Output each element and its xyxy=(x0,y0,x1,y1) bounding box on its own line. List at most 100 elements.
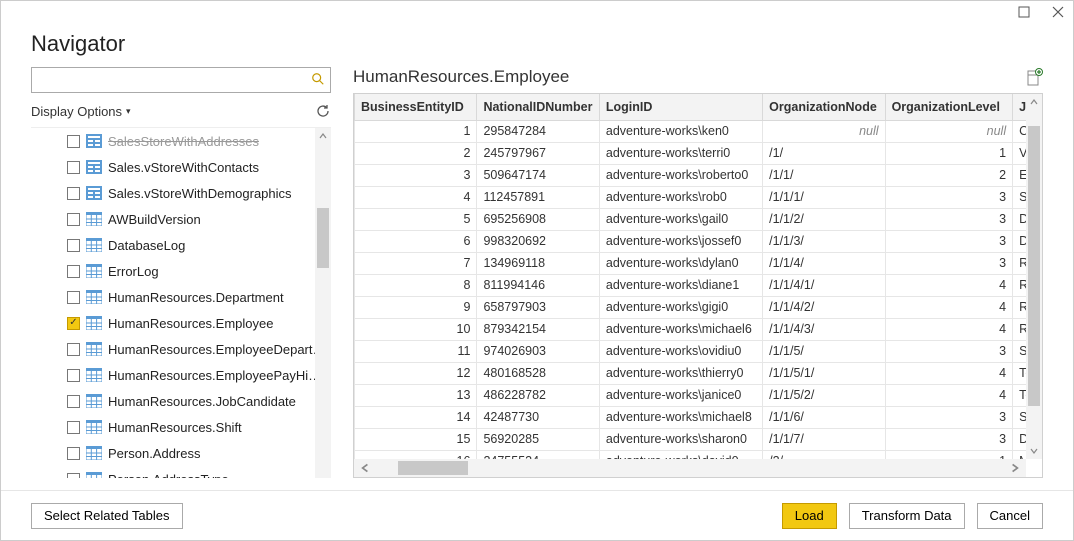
cell: 3 xyxy=(885,208,1013,230)
select-related-tables-button[interactable]: Select Related Tables xyxy=(31,503,183,529)
scroll-right-icon[interactable] xyxy=(1006,459,1024,477)
table-row[interactable]: 8811994146adventure-works\diane1/1/1/4/1… xyxy=(355,274,1027,296)
checkbox[interactable] xyxy=(67,473,80,479)
tree-item[interactable]: Sales.vStoreWithContacts xyxy=(31,154,331,180)
tree-item[interactable]: HumanResources.Shift xyxy=(31,414,331,440)
cell: adventure-works\terri0 xyxy=(599,142,762,164)
load-button[interactable]: Load xyxy=(782,503,837,529)
cell: 24755524 xyxy=(477,450,599,459)
close-icon[interactable] xyxy=(1051,5,1065,19)
tree-item[interactable]: AWBuildVersion xyxy=(31,206,331,232)
checkbox[interactable] xyxy=(67,395,80,408)
table-row[interactable]: 12480168528adventure-works\thierry0/1/1/… xyxy=(355,362,1027,384)
checkbox[interactable] xyxy=(67,187,80,200)
checkbox[interactable] xyxy=(67,161,80,174)
checkbox[interactable] xyxy=(67,135,80,148)
tree-item[interactable]: DatabaseLog xyxy=(31,232,331,258)
tree-item-label: DatabaseLog xyxy=(108,238,185,253)
cell: 15 xyxy=(355,428,477,450)
table-row[interactable]: 1556920285adventure-works\sharon0/1/1/7/… xyxy=(355,428,1027,450)
cell: null xyxy=(885,120,1013,142)
column-header[interactable]: JobTitle xyxy=(1013,94,1026,120)
cell: adventure-works\michael6 xyxy=(599,318,762,340)
search-input[interactable] xyxy=(31,67,331,93)
cell: /1/1/5/2/ xyxy=(763,384,885,406)
grid-vertical-thumb[interactable] xyxy=(1028,126,1040,406)
tree-item[interactable]: HumanResources.EmployeePayHistory xyxy=(31,362,331,388)
table-row[interactable]: 4112457891adventure-works\rob0/1/1/1/3Se… xyxy=(355,186,1027,208)
table-row[interactable]: 9658797903adventure-works\gigi0/1/1/4/2/… xyxy=(355,296,1027,318)
tree-scrollbar-thumb[interactable] xyxy=(317,208,329,268)
column-header[interactable]: OrganizationLevel xyxy=(885,94,1013,120)
tree-scrollbar[interactable] xyxy=(315,128,331,478)
cell: 9 xyxy=(355,296,477,318)
cell: Sen xyxy=(1013,340,1026,362)
tree-item-label: HumanResources.EmployeePayHistory xyxy=(108,368,327,383)
add-column-icon[interactable] xyxy=(1027,68,1043,86)
column-header[interactable]: BusinessEntityID xyxy=(355,94,477,120)
checkbox[interactable] xyxy=(67,447,80,460)
cell: 695256908 xyxy=(477,208,599,230)
scroll-up-icon[interactable] xyxy=(315,128,331,144)
column-header[interactable]: OrganizationNode xyxy=(763,94,885,120)
checkbox[interactable] xyxy=(67,343,80,356)
tree-item[interactable]: Person.AddressType xyxy=(31,466,331,478)
checkbox[interactable] xyxy=(67,239,80,252)
checkbox[interactable] xyxy=(67,265,80,278)
checkbox[interactable] xyxy=(67,369,80,382)
tree-item[interactable]: Person.Address xyxy=(31,440,331,466)
cell: adventure-works\ken0 xyxy=(599,120,762,142)
table-icon xyxy=(86,264,102,278)
checkbox[interactable] xyxy=(67,317,80,330)
tree-item[interactable]: SalesStoreWithAddresses xyxy=(31,128,331,154)
checkbox[interactable] xyxy=(67,291,80,304)
cell: 3 xyxy=(355,164,477,186)
table-row[interactable]: 11974026903adventure-works\ovidiu0/1/1/5… xyxy=(355,340,1027,362)
scroll-left-icon[interactable] xyxy=(356,459,374,477)
table-row[interactable]: 5695256908adventure-works\gail0/1/1/2/3D… xyxy=(355,208,1027,230)
tree-item-label: Sales.vStoreWithContacts xyxy=(108,160,259,175)
display-options-dropdown[interactable]: Display Options ▾ xyxy=(31,104,131,119)
cell: 245797967 xyxy=(477,142,599,164)
grid-horizontal-scrollbar[interactable] xyxy=(354,459,1026,477)
cell: Res xyxy=(1013,274,1026,296)
column-header[interactable]: NationalIDNumber xyxy=(477,94,599,120)
cell: 7 xyxy=(355,252,477,274)
tree-item[interactable]: HumanResources.Employee xyxy=(31,310,331,336)
grid-horizontal-thumb[interactable] xyxy=(398,461,468,475)
table-row[interactable]: 1624755524adventure-works\david0/2/1Ma xyxy=(355,450,1027,459)
cell: Ma xyxy=(1013,450,1026,459)
tree-item[interactable]: HumanResources.Department xyxy=(31,284,331,310)
table-row[interactable]: 10879342154adventure-works\michael6/1/1/… xyxy=(355,318,1027,340)
table-row[interactable]: 7134969118adventure-works\dylan0/1/1/4/3… xyxy=(355,252,1027,274)
cancel-button[interactable]: Cancel xyxy=(977,503,1043,529)
checkbox[interactable] xyxy=(67,213,80,226)
cell: 486228782 xyxy=(477,384,599,406)
dialog-title: Navigator xyxy=(31,31,1043,57)
refresh-icon[interactable] xyxy=(315,103,331,119)
tree-item[interactable]: HumanResources.JobCandidate xyxy=(31,388,331,414)
column-header[interactable]: LoginID xyxy=(599,94,762,120)
cell: Too xyxy=(1013,362,1026,384)
navigator-dialog: Navigator Display Options ▾ SalesStoreWi xyxy=(0,0,1074,541)
scroll-down-icon[interactable] xyxy=(1026,443,1042,459)
tree-item[interactable]: HumanResources.EmployeeDepartmen... xyxy=(31,336,331,362)
maximize-icon[interactable] xyxy=(1017,5,1031,19)
tree-item[interactable]: Sales.vStoreWithDemographics xyxy=(31,180,331,206)
display-options-label: Display Options xyxy=(31,104,122,119)
checkbox[interactable] xyxy=(67,421,80,434)
table-row[interactable]: 2245797967adventure-works\terri0/1/1Vice xyxy=(355,142,1027,164)
cell: 134969118 xyxy=(477,252,599,274)
cell: adventure-works\gail0 xyxy=(599,208,762,230)
grid-vertical-scrollbar[interactable] xyxy=(1026,94,1042,459)
table-row[interactable]: 1295847284adventure-works\ken0nullnullCh… xyxy=(355,120,1027,142)
table-row[interactable]: 1442487730adventure-works\michael8/1/1/6… xyxy=(355,406,1027,428)
object-tree[interactable]: SalesStoreWithAddresses Sales.vStoreWithC… xyxy=(31,128,331,478)
transform-data-button[interactable]: Transform Data xyxy=(849,503,965,529)
table-row[interactable]: 13486228782adventure-works\janice0/1/1/5… xyxy=(355,384,1027,406)
search-icon[interactable] xyxy=(311,72,325,86)
table-row[interactable]: 3509647174adventure-works\roberto0/1/1/2… xyxy=(355,164,1027,186)
scroll-up-icon[interactable] xyxy=(1026,94,1042,110)
tree-item[interactable]: ErrorLog xyxy=(31,258,331,284)
table-row[interactable]: 6998320692adventure-works\jossef0/1/1/3/… xyxy=(355,230,1027,252)
